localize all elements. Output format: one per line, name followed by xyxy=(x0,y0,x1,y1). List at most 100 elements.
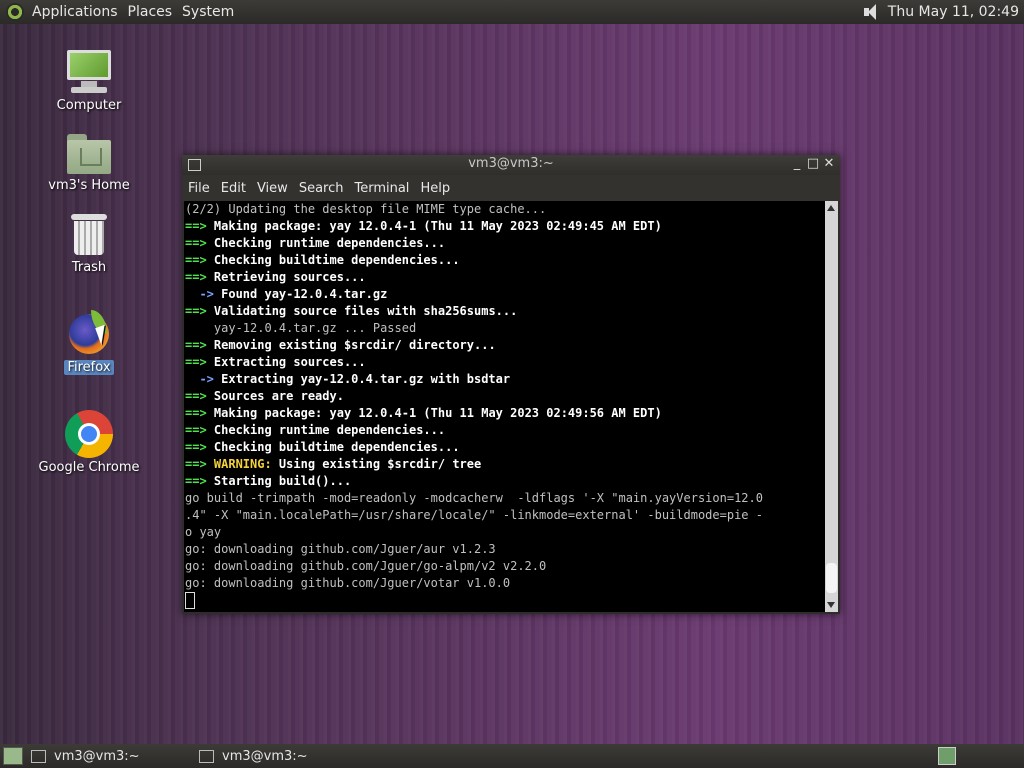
terminal-text: ==> xyxy=(185,423,214,437)
terminal-text: ==> xyxy=(185,389,214,403)
terminal-line: ==> Checking buildtime dependencies... xyxy=(184,252,825,269)
menu-view[interactable]: View xyxy=(251,181,293,196)
desktop-icon-home[interactable]: vm3's Home xyxy=(34,132,144,193)
terminal-scrollbar[interactable] xyxy=(825,201,838,612)
desktop-icon-firefox[interactable]: Firefox xyxy=(34,310,144,375)
scrollbar-thumb[interactable] xyxy=(826,563,837,593)
menu-edit[interactable]: Edit xyxy=(215,181,251,196)
terminal-text: go: downloading github.com/Jguer/aur v1.… xyxy=(185,542,496,556)
taskbar-item[interactable]: vm3@vm3:~ xyxy=(199,749,359,764)
volume-icon[interactable] xyxy=(860,2,882,22)
terminal-text: go build -trimpath -mod=readonly -modcac… xyxy=(185,491,763,505)
desktop-icon-label: Computer xyxy=(56,98,122,113)
desktop-icon-label: Firefox xyxy=(64,360,114,375)
terminal-line: .4" -X "main.localePath=/usr/share/local… xyxy=(184,507,825,524)
workspace-switcher[interactable] xyxy=(938,747,956,765)
text-cursor xyxy=(185,592,195,609)
terminal-text: ==> xyxy=(185,236,214,250)
terminal-icon xyxy=(199,749,214,763)
desktop-icon-chrome[interactable]: Google Chrome xyxy=(34,410,144,475)
bottom-panel: vm3@vm3:~ vm3@vm3:~ xyxy=(0,744,1024,768)
terminal-icon xyxy=(31,749,46,763)
trash-icon xyxy=(69,212,109,258)
top-panel: Applications Places System Thu May 11, 0… xyxy=(0,0,1024,24)
chrome-icon xyxy=(65,410,113,458)
taskbar-item-label: vm3@vm3:~ xyxy=(222,748,308,764)
distro-logo-icon[interactable] xyxy=(6,3,24,21)
maximize-icon[interactable]: □ xyxy=(806,157,820,171)
terminal-line: -> Found yay-12.0.4.tar.gz xyxy=(184,286,825,303)
terminal-text: ==> xyxy=(185,457,214,471)
terminal-text: go: downloading github.com/Jguer/go-alpm… xyxy=(185,559,547,573)
terminal-line: ==> Starting build()... xyxy=(184,473,825,490)
terminal-line: ==> Checking runtime dependencies... xyxy=(184,422,825,439)
terminal-line: ==> Validating source files with sha256s… xyxy=(184,303,825,320)
terminal-text: ==> xyxy=(185,355,214,369)
desktop-icon-label: Google Chrome xyxy=(38,460,140,475)
terminal-text: -> xyxy=(185,372,222,386)
terminal-text: Making package: yay 12.0.4-1 (Thu 11 May… xyxy=(213,406,662,420)
terminal-prompt-line[interactable] xyxy=(184,592,825,609)
taskbar-item-label: vm3@vm3:~ xyxy=(54,748,140,764)
desktop-icon-trash[interactable]: Trash xyxy=(34,212,144,275)
terminal-line: ==> Checking runtime dependencies... xyxy=(184,235,825,252)
menu-terminal[interactable]: Terminal xyxy=(348,181,414,196)
terminal-line: ==> Making package: yay 12.0.4-1 (Thu 11… xyxy=(184,405,825,422)
places-menu[interactable]: Places xyxy=(124,4,177,20)
home-folder-icon xyxy=(65,132,113,176)
terminal-text: go: downloading github.com/Jguer/votar v… xyxy=(185,576,511,590)
system-menu[interactable]: System xyxy=(178,4,238,20)
terminal-titlebar[interactable]: vm3@vm3:~ _ □ ✕ xyxy=(182,155,840,175)
terminal-text: Extracting yay-12.0.4.tar.gz with bsdtar xyxy=(221,372,511,386)
terminal-line: go build -trimpath -mod=readonly -modcac… xyxy=(184,490,825,507)
terminal-text: .4" -X "main.localePath=/usr/share/local… xyxy=(185,508,763,522)
terminal-line: ==> Retrieving sources... xyxy=(184,269,825,286)
desktop-icon-computer[interactable]: Computer xyxy=(34,48,144,113)
terminal-line: (2/2) Updating the desktop file MIME typ… xyxy=(184,201,825,218)
taskbar-item[interactable]: vm3@vm3:~ xyxy=(31,749,191,764)
terminal-menubar: File Edit View Search Terminal Help xyxy=(182,175,840,201)
terminal-output[interactable]: (2/2) Updating the desktop file MIME typ… xyxy=(184,201,825,612)
applications-menu[interactable]: Applications xyxy=(28,4,122,20)
terminal-text: ==> xyxy=(185,440,214,454)
terminal-text: Checking buildtime dependencies... xyxy=(213,440,460,454)
show-desktop-icon[interactable] xyxy=(3,747,23,765)
desktop-icon-label: Trash xyxy=(71,260,107,275)
terminal-text: ==> xyxy=(185,406,214,420)
terminal-text: ==> xyxy=(185,270,214,284)
close-icon[interactable]: ✕ xyxy=(822,157,836,171)
terminal-icon xyxy=(188,159,201,171)
terminal-text: Sources are ready. xyxy=(213,389,344,403)
terminal-text: ==> xyxy=(185,338,214,352)
panel-tray: Thu May 11, 02:49 xyxy=(860,0,1024,24)
terminal-line: o yay xyxy=(184,524,825,541)
terminal-text: Checking buildtime dependencies... xyxy=(213,253,460,267)
terminal-line: go: downloading github.com/Jguer/go-alpm… xyxy=(184,558,825,575)
terminal-text: ==> xyxy=(185,474,214,488)
terminal-text: Checking runtime dependencies... xyxy=(213,236,446,250)
terminal-text: ==> xyxy=(185,253,214,267)
terminal-line: ==> Checking buildtime dependencies... xyxy=(184,439,825,456)
terminal-text: Using existing $srcdir/ tree xyxy=(271,457,482,471)
terminal-text: Checking runtime dependencies... xyxy=(213,423,446,437)
minimize-icon[interactable]: _ xyxy=(790,157,804,171)
terminal-line: go: downloading github.com/Jguer/aur v1.… xyxy=(184,541,825,558)
clock[interactable]: Thu May 11, 02:49 xyxy=(888,4,1024,20)
computer-icon xyxy=(65,48,113,96)
terminal-line: go: downloading github.com/Jguer/votar v… xyxy=(184,575,825,592)
terminal-text: (2/2) Updating the desktop file MIME typ… xyxy=(185,202,547,216)
scroll-down-icon[interactable] xyxy=(827,602,835,608)
menu-file[interactable]: File xyxy=(182,181,215,196)
menu-help[interactable]: Help xyxy=(414,181,455,196)
terminal-text: ==> xyxy=(185,304,214,318)
terminal-text: Validating source files with sha256sums.… xyxy=(213,304,518,318)
menu-search[interactable]: Search xyxy=(293,181,349,196)
terminal-text: Extracting sources... xyxy=(213,355,366,369)
terminal-line: ==> Extracting sources... xyxy=(184,354,825,371)
terminal-text: Making package: yay 12.0.4-1 (Thu 11 May… xyxy=(213,219,662,233)
terminal-title: vm3@vm3:~ xyxy=(468,156,554,171)
terminal-line: yay-12.0.4.tar.gz ... Passed xyxy=(184,320,825,337)
scroll-up-icon[interactable] xyxy=(827,205,835,211)
terminal-window[interactable]: vm3@vm3:~ _ □ ✕ File Edit View Search Te… xyxy=(182,155,840,614)
terminal-text: WARNING: xyxy=(213,457,272,471)
